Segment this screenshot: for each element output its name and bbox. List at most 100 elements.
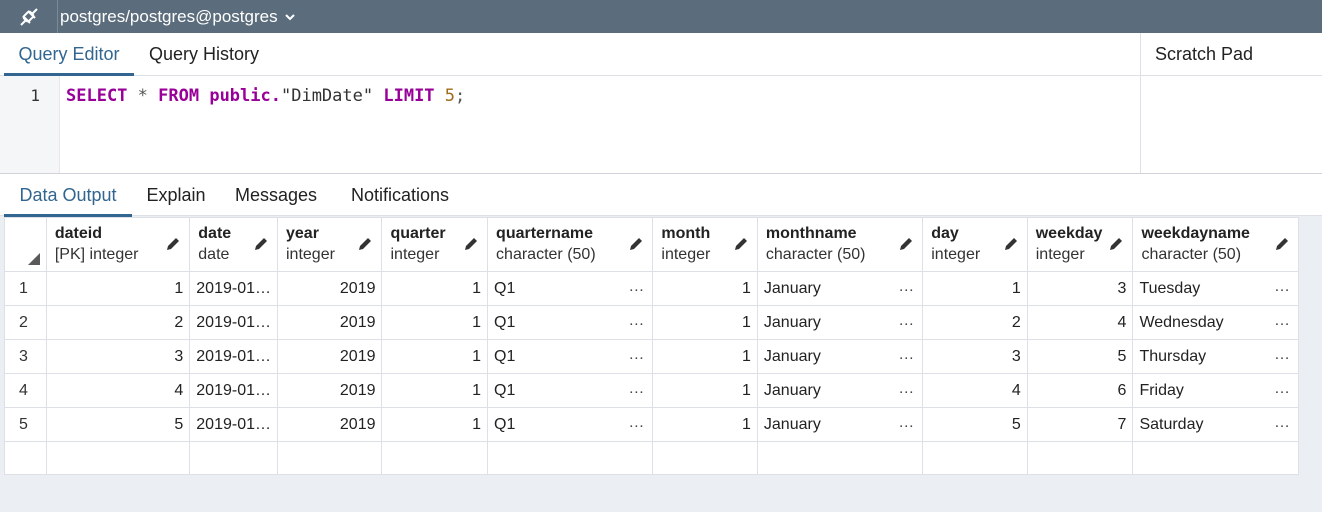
tab-data-output[interactable]: Data Output xyxy=(4,174,132,217)
column-header-date[interactable]: date date xyxy=(189,217,278,272)
cell-ellipsis: … xyxy=(1274,346,1290,363)
cell-monthname[interactable]: January… xyxy=(756,271,924,306)
plug-icon[interactable] xyxy=(0,0,58,33)
column-header-day[interactable]: day integer xyxy=(922,217,1028,272)
column-header-weekday[interactable]: weekday integer xyxy=(1026,217,1134,272)
cell-weekdayname[interactable]: Friday… xyxy=(1132,373,1299,408)
cell-quarter[interactable]: 1 xyxy=(381,407,489,442)
cell-quartername[interactable]: Q1… xyxy=(487,305,654,340)
cell-dateid[interactable]: 3 xyxy=(45,339,191,374)
cell-weekday[interactable]: 5 xyxy=(1026,339,1134,374)
sql-keyword: SELECT xyxy=(66,86,128,106)
cell-month[interactable]: 1 xyxy=(652,373,758,408)
cell-ellipsis: … xyxy=(898,346,915,363)
cell-ellipsis: … xyxy=(898,380,915,397)
empty-cell xyxy=(381,441,489,475)
cell-text: January xyxy=(763,279,821,297)
cell-monthname[interactable]: January… xyxy=(756,407,924,442)
tab-query-editor[interactable]: Query Editor xyxy=(4,33,134,76)
cell-monthname[interactable]: January… xyxy=(756,339,924,374)
column-name: weekdayname xyxy=(1141,224,1250,242)
cell-weekdayname[interactable]: Wednesday … xyxy=(1132,305,1299,340)
cell-month[interactable]: 1 xyxy=(652,407,758,442)
cell-text: January xyxy=(763,313,821,331)
column-header-quarter[interactable]: quarter integer xyxy=(381,217,489,272)
line-gutter: 1 xyxy=(0,76,60,173)
empty-cell xyxy=(1132,441,1299,475)
cell-year[interactable]: 2019 xyxy=(276,407,383,442)
cell-year[interactable]: 2019 xyxy=(276,339,383,374)
column-header-quartername[interactable]: quartername character (50) xyxy=(487,217,654,272)
row-number[interactable]: 5 xyxy=(4,407,47,442)
connection-selector[interactable]: postgres/postgres@postgres xyxy=(58,7,296,27)
cell-date[interactable]: 2019-01… xyxy=(189,271,278,306)
cell-quartername[interactable]: Q1… xyxy=(487,339,654,374)
column-header-monthname[interactable]: monthname character (50) xyxy=(756,217,924,272)
cell-dateid[interactable]: 5 xyxy=(45,407,191,442)
tab-messages[interactable]: Messages xyxy=(226,174,326,217)
cell-day[interactable]: 3 xyxy=(922,339,1028,374)
cell-weekday[interactable]: 7 xyxy=(1026,407,1134,442)
cell-weekdayname[interactable]: Saturday… xyxy=(1132,407,1299,442)
cell-quartername[interactable]: Q1… xyxy=(487,407,654,442)
cell-day[interactable]: 5 xyxy=(922,407,1028,442)
cell-year[interactable]: 2019 xyxy=(276,305,383,340)
cell-quarter[interactable]: 1 xyxy=(381,339,489,374)
sql-editor[interactable]: SELECT * FROM public."DimDate" LIMIT 5; xyxy=(66,86,465,106)
cell-ellipsis: … xyxy=(628,278,645,295)
table-row: 4 4 2019-01… 2019 1 Q1 … 1 January … 4 6 F… xyxy=(4,373,1299,408)
cell-dateid[interactable]: 1 xyxy=(45,271,191,306)
cell-month[interactable]: 1 xyxy=(652,271,758,306)
cell-date[interactable]: 2019-01… xyxy=(189,305,278,340)
cell-quarter[interactable]: 1 xyxy=(381,271,489,306)
column-header-month[interactable]: month integer xyxy=(652,217,758,272)
cell-date[interactable]: 2019-01… xyxy=(189,339,278,374)
cell-ellipsis: … xyxy=(628,380,645,397)
tab-notifications[interactable]: Notifications xyxy=(340,174,460,217)
column-type: character (50) xyxy=(1141,245,1242,263)
column-header-year[interactable]: year integer xyxy=(276,217,383,272)
cell-dateid[interactable]: 2 xyxy=(45,305,191,340)
cell-date[interactable]: 2019-01… xyxy=(189,373,278,408)
topbar: postgres/postgres@postgres xyxy=(0,0,1322,33)
row-number[interactable]: 3 xyxy=(4,339,47,374)
select-all-cell[interactable] xyxy=(4,217,47,272)
cell-weekday[interactable]: 6 xyxy=(1026,373,1134,408)
tab-explain[interactable]: Explain xyxy=(140,174,212,217)
cell-quartername[interactable]: Q1… xyxy=(487,373,654,408)
cell-year[interactable]: 2019 xyxy=(276,373,383,408)
cell-quartername[interactable]: Q1… xyxy=(487,271,654,306)
cell-ellipsis: … xyxy=(898,312,915,329)
cell-dateid[interactable]: 4 xyxy=(45,373,191,408)
cell-weekdayname[interactable]: Tuesday… xyxy=(1132,271,1299,306)
cell-day[interactable]: 4 xyxy=(922,373,1028,408)
cell-month[interactable]: 1 xyxy=(652,339,758,374)
column-header-weekdayname[interactable]: weekdayname character (50) xyxy=(1132,217,1299,272)
cell-text: Thursday xyxy=(1139,347,1207,365)
cell-quarter[interactable]: 1 xyxy=(381,373,489,408)
cell-weekdayname[interactable]: Thursday … xyxy=(1132,339,1299,374)
cell-day[interactable]: 2 xyxy=(922,305,1028,340)
cell-monthname[interactable]: January… xyxy=(756,373,924,408)
cell-date[interactable]: 2019-01… xyxy=(189,407,278,442)
select-all-triangle-icon xyxy=(27,253,40,265)
cell-day[interactable]: 1 xyxy=(922,271,1028,306)
cell-quarter[interactable]: 1 xyxy=(381,305,489,340)
row-number[interactable]: 1 xyxy=(4,271,47,306)
tab-query-history[interactable]: Query History xyxy=(140,33,268,76)
pencil-icon xyxy=(1004,238,1017,250)
cell-weekday[interactable]: 4 xyxy=(1026,305,1134,340)
scratch-pad-textarea[interactable] xyxy=(1140,76,1322,173)
cell-year[interactable]: 2019 xyxy=(276,271,383,306)
table-row: 3 3 2019-01… 2019 1 Q1 … 1 January … 3 5 T… xyxy=(4,339,1299,374)
cell-text: Wednesday xyxy=(1139,313,1224,331)
row-number[interactable]: 4 xyxy=(4,373,47,408)
cell-ellipsis: … xyxy=(1274,312,1290,329)
column-header-dateid[interactable]: dateid [PK] integer xyxy=(45,217,191,272)
row-number[interactable]: 2 xyxy=(4,305,47,340)
cell-weekday[interactable]: 3 xyxy=(1026,271,1134,306)
empty-cell xyxy=(922,441,1028,475)
cell-month[interactable]: 1 xyxy=(652,305,758,340)
cell-text: Q1 xyxy=(494,415,516,433)
cell-monthname[interactable]: January … xyxy=(756,305,924,340)
